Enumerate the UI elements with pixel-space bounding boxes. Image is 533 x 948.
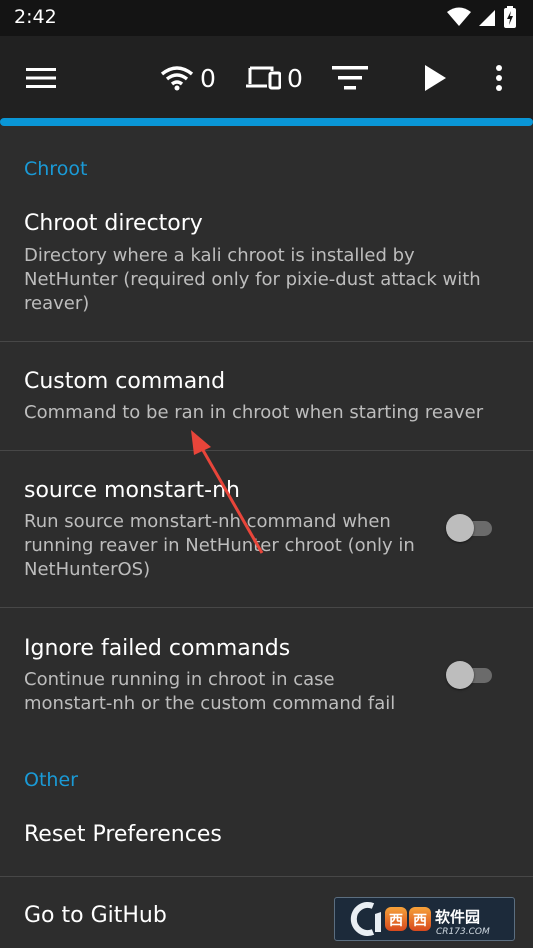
annotation-arrow (191, 430, 264, 554)
svg-text:CR173.COM: CR173.COM (436, 927, 490, 937)
svg-text:软件园: 软件园 (435, 908, 480, 926)
svg-text:西: 西 (389, 913, 403, 929)
svg-text:西: 西 (413, 913, 427, 929)
watermark-logo: 西 西 软件园 CR173.COM (334, 897, 515, 941)
